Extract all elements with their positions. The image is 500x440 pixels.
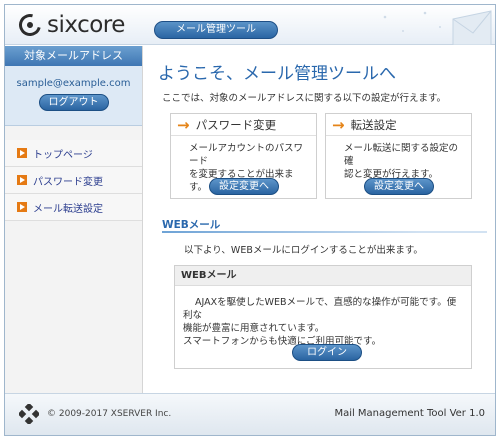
card-description: メール転送に関する設定の確 認と変更が行えます。 [326,136,471,181]
webmail-box-title: WEBメール [175,266,471,286]
forwarding-settings-button[interactable]: 設定変更へ [364,178,434,195]
webmail-desc-line: AJAXを駆使したWEBメールで、直感的な操作が可能です。便利な [183,297,457,321]
sidebar-item-top[interactable]: トップページ [5,140,142,167]
sidebar-item-label: トップページ [33,149,93,161]
account-email: sample@example.com [16,78,131,89]
arrow-right-icon: → [177,115,190,134]
sidebar: 対象メールアドレス sample@example.com ログアウト トップペー… [5,46,143,393]
copyright: © 2009-2017 XSERVER Inc. [47,409,172,419]
webmail-login-button[interactable]: ログイン [292,344,362,361]
sidebar-title: 対象メールアドレス [5,46,142,66]
card-header: → パスワード変更 [171,114,316,136]
card-header: → 転送設定 [326,114,471,136]
card-title: パスワード変更 [195,117,277,132]
webmail-description: AJAXを駆使したWEBメールで、直感的な操作が可能です。便利な 機能が豊富に用… [175,286,471,348]
xserver-logo-icon [19,404,39,424]
header: sixcore メール管理ツール [5,5,495,45]
forwarding-card: → 転送設定 メール転送に関する設定の確 認と変更が行えます。 設定変更へ [325,113,472,199]
arrow-right-icon [17,202,27,212]
card-title: 転送設定 [350,117,397,132]
sidebar-item-password[interactable]: パスワード変更 [5,167,142,194]
password-change-card: → パスワード変更 メールアカウントのパスワード を変更することが出来ます。 設… [170,113,317,199]
sidebar-item-label: メール転送設定 [33,203,103,215]
main-content: ようこそ、メール管理ツールへ ここでは、対象のメールアドレスに関する以下の設定が… [144,46,495,393]
sidebar-item-forwarding[interactable]: メール転送設定 [5,194,142,221]
webmail-intro: 以下より、WEBメールにログインすることが出来ます。 [184,245,423,256]
arrow-right-icon: → [332,115,345,134]
logo-text: sixcore [47,12,125,38]
intro-text: ここでは、対象のメールアドレスに関する以下の設定が行えます。 [162,93,447,104]
footer: © 2009-2017 XSERVER Inc. Mail Management… [5,393,495,435]
sixcore-logo-icon [14,9,46,41]
sixcore-logo[interactable]: sixcore [14,9,125,41]
arrow-right-icon [17,175,27,185]
card-desc-line: メールアカウントのパスワード [189,143,304,167]
logout-button[interactable]: ログアウト [38,94,109,111]
webmail-desc-line: 機能が豊富に用意されています。 [183,323,325,334]
sidebar-item-label: パスワード変更 [33,176,103,188]
webmail-box: WEBメール AJAXを駆使したWEBメールで、直感的な操作が可能です。便利な … [174,265,472,369]
webmail-section-title: WEBメール [162,217,487,233]
envelope-decoration-icon [383,10,492,45]
card-desc-line: メール転送に関する設定の確 [344,143,459,167]
version-label: Mail Management Tool Ver 1.0 [334,408,485,419]
section-label: メール管理ツール [154,21,278,39]
password-settings-button[interactable]: 設定変更へ [209,178,279,195]
page-title: ようこそ、メール管理ツールへ [158,64,396,84]
arrow-right-icon [17,148,27,158]
account-panel: sample@example.com ログアウト [5,66,142,126]
app-window: sixcore メール管理ツール 対象メールアドレス sample@exampl… [4,4,496,436]
